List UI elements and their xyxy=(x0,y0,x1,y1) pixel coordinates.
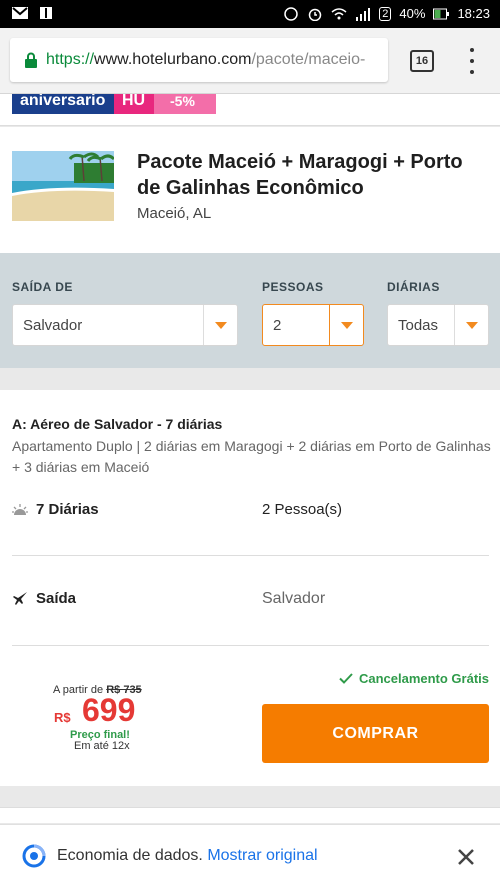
next-card-edge xyxy=(0,807,500,823)
nights-label: DIÁRIAS xyxy=(387,280,440,294)
people-label: PESSOAS xyxy=(262,280,324,294)
filters-panel: SAÍDA DE Salvador PESSOAS 2 DIÁRIAS Toda… xyxy=(0,253,500,368)
departure-value: Salvador xyxy=(262,590,326,607)
chevron-down-icon xyxy=(203,305,237,345)
show-original-link[interactable]: Mostrar original xyxy=(207,847,317,864)
product-title: Pacote Maceió + Maragogi + Porto de Gali… xyxy=(137,151,463,199)
sun-icon xyxy=(12,503,28,515)
dnd-moon-icon xyxy=(284,6,299,21)
battery-percent: 40% xyxy=(399,6,426,21)
divider xyxy=(12,645,489,646)
data-saver-bar: Economia de dados. Mostrar original xyxy=(0,824,500,889)
url-path: /pacote/maceio- xyxy=(251,51,366,68)
package-description: Apartamento Duplo | 2 diárias em Maragog… xyxy=(12,438,491,475)
data-saver-icon xyxy=(22,844,46,868)
nights-count: 7 Diárias xyxy=(36,501,99,518)
free-cancellation: Cancelamento Grátis xyxy=(339,671,489,686)
data-saver-message: Economia de dados. Mostrar original xyxy=(57,847,318,865)
url-scheme: https:// xyxy=(46,51,95,68)
url-bar[interactable]: https:// www.hotelurbano.com /pacote/mac… xyxy=(10,38,388,82)
status-bar: 2 40% 18:23 xyxy=(0,0,500,28)
origin-value: Salvador xyxy=(23,316,83,334)
installments: Em até 12x xyxy=(74,740,130,752)
signal-icon xyxy=(356,7,371,21)
nights-info: 7 Diárias xyxy=(12,501,99,518)
airplane-icon xyxy=(13,591,27,605)
chevron-down-icon xyxy=(329,305,363,345)
battery-icon xyxy=(433,8,450,19)
product-header: Pacote Maceió + Maragogi + Porto de Gali… xyxy=(0,127,500,253)
alarm-icon xyxy=(309,8,322,21)
banner-text-a: aniversario xyxy=(12,94,114,114)
nights-value: Todas xyxy=(398,316,439,334)
banner-text-b: HU xyxy=(114,94,154,114)
package-card: A: Aéreo de Salvador - 7 diárias Apartam… xyxy=(0,390,500,786)
cancel-text: Cancelamento Grátis xyxy=(358,671,489,686)
origin-label: SAÍDA DE xyxy=(12,280,73,294)
departure-info: Saída xyxy=(12,590,76,607)
divider xyxy=(12,555,489,556)
people-select[interactable]: 2 xyxy=(262,304,364,346)
browser-toolbar: https:// www.hotelurbano.com /pacote/mac… xyxy=(0,28,500,94)
lock-icon xyxy=(25,52,37,68)
data-saver-text: Economia de dados. xyxy=(57,847,203,864)
people-count: 2 Pessoa(s) xyxy=(262,501,343,518)
promo-banner[interactable]: aniversario HU -5% xyxy=(0,94,500,126)
nights-select[interactable]: Todas xyxy=(387,304,489,346)
tab-switcher-button[interactable]: 16 xyxy=(410,50,434,72)
banner-discount: -5% xyxy=(154,94,216,114)
product-location: Maceió, AL xyxy=(137,205,212,222)
gmail-icon xyxy=(12,7,28,19)
check-icon xyxy=(339,673,353,684)
url-host: www.hotelurbano.com xyxy=(94,51,252,68)
sim-badge: 2 xyxy=(379,6,392,21)
buy-button[interactable]: COMPRAR xyxy=(262,704,489,763)
browser-menu-button[interactable] xyxy=(466,48,478,74)
close-icon[interactable] xyxy=(456,847,476,867)
currency-symbol: R$ xyxy=(54,710,71,725)
chevron-down-icon xyxy=(454,305,488,345)
people-value: 2 xyxy=(273,316,282,334)
product-thumbnail[interactable] xyxy=(12,151,114,221)
news-icon xyxy=(40,7,52,19)
departure-label: Saída xyxy=(36,590,77,607)
package-title: A: Aéreo de Salvador - 7 diárias xyxy=(12,416,223,432)
clock: 18:23 xyxy=(457,6,490,21)
wifi-icon xyxy=(331,7,347,19)
origin-select[interactable]: Salvador xyxy=(12,304,238,346)
price-value: 699 xyxy=(82,692,136,728)
